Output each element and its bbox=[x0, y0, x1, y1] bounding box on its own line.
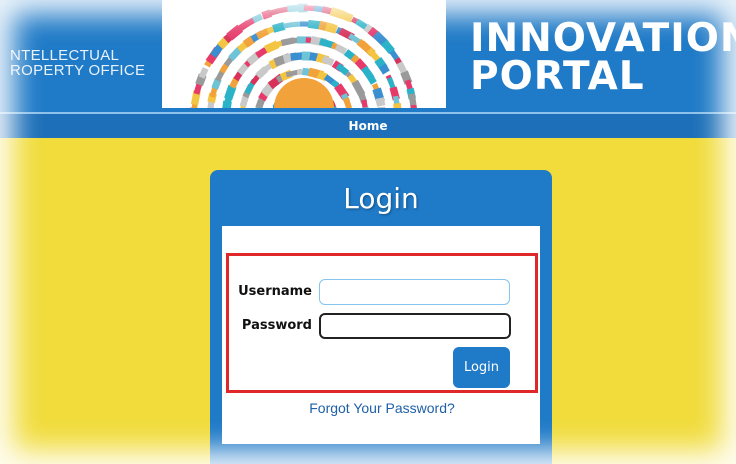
innovation-burst-graphic bbox=[162, 0, 446, 108]
page: NTELLECTUAL ROPERTY OFFICE INNOVATION PO… bbox=[0, 0, 736, 464]
burst-tile bbox=[375, 97, 386, 107]
login-title: Login bbox=[343, 182, 419, 215]
burst-tile bbox=[393, 102, 403, 108]
burst-tile bbox=[268, 8, 279, 17]
portal-title-line2: PORTAL bbox=[470, 54, 645, 99]
org-name: NTELLECTUAL ROPERTY OFFICE bbox=[10, 48, 145, 78]
portal-title: INNOVATION PORTAL bbox=[470, 16, 736, 99]
portal-title-line1: INNOVATION bbox=[470, 16, 736, 61]
nav-bar: Home bbox=[0, 112, 736, 138]
forgot-password-link[interactable]: Forgot Your Password? bbox=[226, 400, 538, 416]
password-input[interactable] bbox=[319, 313, 511, 339]
burst-tile bbox=[361, 99, 369, 108]
org-name-line1: NTELLECTUAL bbox=[10, 47, 120, 64]
nav-home-link[interactable]: Home bbox=[349, 119, 388, 133]
username-label: Username bbox=[238, 284, 312, 299]
burst-icon bbox=[189, 3, 418, 108]
login-button[interactable]: Login bbox=[453, 347, 510, 388]
burst-center bbox=[274, 78, 334, 108]
password-label: Password bbox=[241, 318, 312, 333]
burst-tile bbox=[343, 97, 353, 108]
burst-tile bbox=[283, 21, 295, 29]
username-input[interactable] bbox=[319, 279, 510, 305]
burst-tile bbox=[410, 104, 418, 108]
org-name-line2: ROPERTY OFFICE bbox=[10, 62, 146, 79]
site-header: NTELLECTUAL ROPERTY OFFICE INNOVATION PO… bbox=[0, 0, 736, 112]
burst-tile bbox=[377, 106, 386, 108]
